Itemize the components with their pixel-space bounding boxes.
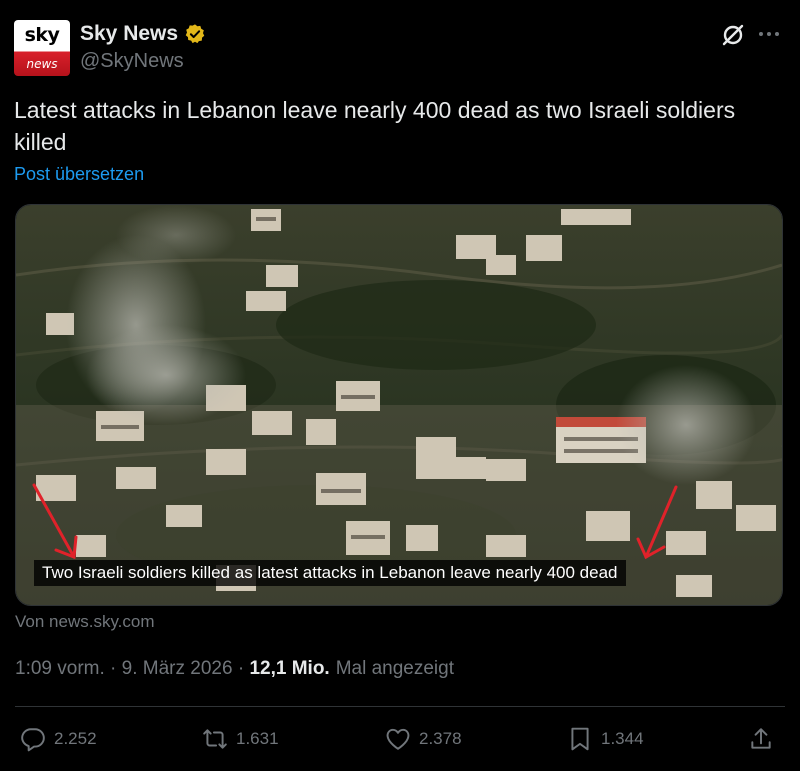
handle[interactable]: @SkyNews <box>80 50 184 73</box>
post-time[interactable]: 1:09 vorm. <box>15 658 105 680</box>
source-link[interactable]: Von news.sky.com <box>15 612 155 632</box>
avatar[interactable]: sky news <box>14 20 70 76</box>
avatar-sky-text: sky <box>24 24 60 46</box>
meta-separator: · <box>104 658 122 679</box>
landscape-photo <box>16 205 782 605</box>
avatar-news-text: news <box>26 57 58 71</box>
repost-count: 1.631 <box>236 729 279 748</box>
views-label: Mal angezeigt <box>335 658 454 679</box>
bookmark-button[interactable]: 1.344 <box>567 726 644 752</box>
share-button[interactable] <box>748 726 774 752</box>
post-date[interactable]: 9. März 2026 <box>122 658 233 680</box>
reply-button[interactable]: 2.252 <box>20 726 97 752</box>
view-count[interactable]: 12,1 Mio. <box>249 658 329 680</box>
post-meta: 1:09 vorm. · 9. März 2026 · 12,1 Mio. Ma… <box>15 658 454 680</box>
post-image[interactable] <box>15 204 783 606</box>
reply-icon <box>21 728 45 752</box>
display-name[interactable]: Sky News <box>80 22 206 46</box>
post-text: Latest attacks in Lebanon leave nearly 4… <box>14 97 736 155</box>
like-count: 2.378 <box>419 729 462 748</box>
image-caption: Two Israeli soldiers killed as latest at… <box>34 560 626 586</box>
like-icon <box>386 728 410 750</box>
repost-icon <box>203 729 227 749</box>
divider <box>15 706 785 707</box>
grok-icon[interactable] <box>720 22 746 48</box>
meta-separator-2: · <box>232 658 250 679</box>
bookmark-icon <box>571 727 589 751</box>
bookmark-count: 1.344 <box>601 729 644 748</box>
reply-count: 2.252 <box>54 729 97 748</box>
repost-button[interactable]: 1.631 <box>202 726 279 752</box>
share-icon <box>751 728 771 749</box>
translate-link[interactable]: Post übersetzen <box>14 164 144 185</box>
more-icon[interactable] <box>757 24 781 44</box>
like-button[interactable]: 2.378 <box>385 726 462 752</box>
verified-icon <box>185 24 205 44</box>
display-name-text: Sky News <box>80 22 179 45</box>
